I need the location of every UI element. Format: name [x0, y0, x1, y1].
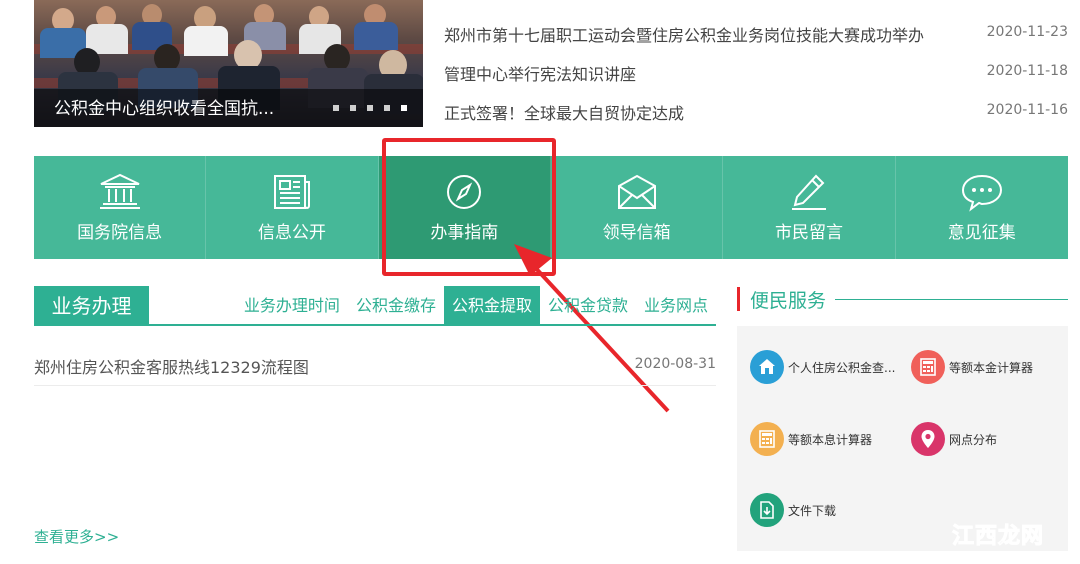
- chat-bubble-icon: [961, 174, 1002, 212]
- slider-caption[interactable]: 公积金中心组织收看全国抗...: [54, 94, 274, 119]
- services-title: 便民服务: [750, 290, 827, 312]
- list-item-date: 2020-08-31: [634, 356, 716, 372]
- nav-label: 领导信箱: [602, 223, 671, 243]
- business-tabs: 业务办理时间 公积金缴存 公积金提取 公积金贷款 业务网点: [236, 286, 716, 326]
- news-title[interactable]: 管理中心举行宪法知识讲座: [444, 61, 636, 85]
- nav-label: 国务院信息: [77, 223, 163, 243]
- services-divider: [835, 299, 1068, 300]
- nav-item-state-council[interactable]: 国务院信息: [34, 156, 207, 259]
- news-item[interactable]: 管理中心举行宪法知识讲座 2020-11-18: [444, 61, 1070, 85]
- calculator-icon: [750, 422, 784, 456]
- news-item[interactable]: 郑州市第十七届职工运动会暨住房公积金业务岗位技能大赛成功举办 2020-11-2…: [444, 22, 1070, 46]
- download-file-icon: [750, 493, 784, 527]
- slider-dot[interactable]: [384, 105, 390, 111]
- slider-dot-active[interactable]: [401, 105, 407, 111]
- view-more-link[interactable]: 查看更多>>: [34, 526, 119, 547]
- news-title[interactable]: 郑州市第十七届职工运动会暨住房公积金业务岗位技能大赛成功举办: [444, 22, 924, 46]
- news-item[interactable]: 正式签署！全球最大自贸协定达成 2020-11-16: [444, 100, 1070, 124]
- news-date: 2020-11-16: [986, 102, 1068, 118]
- tab-fund-deposit[interactable]: 公积金缴存: [348, 286, 444, 326]
- tab-service-outlets[interactable]: 业务网点: [636, 286, 716, 326]
- tab-business-hours[interactable]: 业务办理时间: [236, 286, 348, 326]
- service-name: 文件下载: [788, 503, 837, 518]
- nav-label: 市民留言: [774, 223, 843, 243]
- newspaper-icon: [273, 175, 310, 209]
- news-date: 2020-11-23: [986, 24, 1068, 40]
- government-building-icon: [99, 173, 140, 209]
- nav-item-leader-mailbox[interactable]: 领导信箱: [551, 156, 724, 259]
- service-fund-query[interactable]: 个人住房公积金查...: [750, 349, 895, 385]
- slider-dot[interactable]: [350, 105, 356, 111]
- nav-label: 意见征集: [947, 223, 1016, 243]
- service-file-download[interactable]: 文件下载: [750, 492, 836, 528]
- highlight-box: [382, 138, 556, 276]
- tab-fund-withdrawal[interactable]: 公积金提取: [443, 286, 540, 326]
- news-date: 2020-11-18: [986, 63, 1068, 79]
- slider-dot[interactable]: [333, 105, 339, 111]
- service-name: 个人住房公积金查...: [788, 360, 896, 375]
- watermark-text: 江西龙网: [951, 524, 1044, 550]
- list-item[interactable]: 郑州住房公积金客服热线12329流程图 2020-08-31: [34, 346, 716, 386]
- nav-item-opinion-collection[interactable]: 意见征集: [896, 156, 1068, 259]
- service-name: 网点分布: [949, 432, 998, 447]
- pencil-icon: [791, 174, 826, 210]
- location-pin-icon: [911, 422, 945, 456]
- house-icon: [750, 350, 784, 384]
- service-equal-principal-calc[interactable]: 等额本金计算器: [911, 349, 1033, 385]
- service-name: 等额本金计算器: [949, 360, 1034, 375]
- watermark: 江西龙网: [951, 518, 1044, 550]
- service-outlet-map[interactable]: 网点分布: [911, 421, 997, 457]
- service-equal-installment-calc[interactable]: 等额本息计算器: [750, 421, 872, 457]
- business-title: 业务办理: [34, 286, 149, 326]
- news-photo-slider[interactable]: 公积金中心组织收看全国抗...: [34, 0, 423, 127]
- business-header: 业务办理 业务办理时间 公积金缴存 公积金提取 公积金贷款 业务网点: [34, 286, 716, 326]
- nav-item-info-disclosure[interactable]: 信息公开: [206, 156, 379, 259]
- slider-dots: [333, 105, 407, 111]
- envelope-icon: [617, 174, 656, 209]
- news-title[interactable]: 正式签署！全球最大自贸协定达成: [444, 100, 684, 124]
- services-title-bar: [737, 287, 740, 311]
- nav-item-citizen-message[interactable]: 市民留言: [723, 156, 896, 259]
- list-item-title[interactable]: 郑州住房公积金客服热线12329流程图: [34, 354, 309, 378]
- tab-fund-loan[interactable]: 公积金贷款: [540, 286, 636, 326]
- slider-dot[interactable]: [367, 105, 373, 111]
- services-header: 便民服务: [737, 286, 1068, 316]
- service-name: 等额本息计算器: [788, 432, 873, 447]
- calculator-icon: [911, 350, 945, 384]
- nav-label: 信息公开: [257, 223, 326, 243]
